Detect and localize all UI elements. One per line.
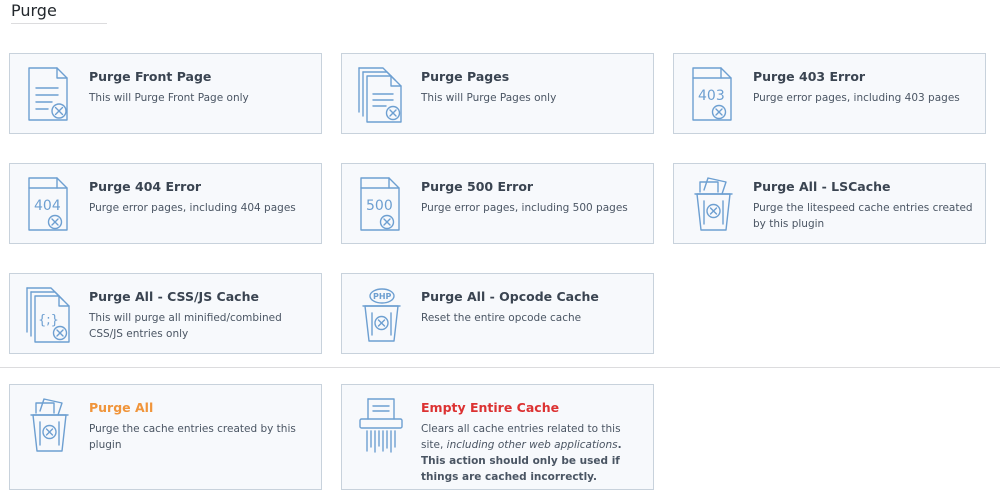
trash-bin-icon <box>688 174 738 234</box>
error-404-icon: 404 <box>24 174 74 234</box>
error-500-icon: 500 <box>356 174 406 234</box>
card-title: Purge All - LSCache <box>753 179 891 194</box>
error-code-label: 404 <box>34 198 61 214</box>
card-title: Purge 500 Error <box>421 179 534 194</box>
empty-entire-cache-button[interactable]: Empty Entire Cache Clears all cache entr… <box>341 384 654 490</box>
purge-all-opcode-cache-button[interactable]: PHP Purge All - Opcode Cache Reset the e… <box>341 273 654 354</box>
card-title: Purge All - CSS/JS Cache <box>89 289 259 304</box>
purge-all-button[interactable]: Purge All Purge the cache entries create… <box>9 384 322 490</box>
card-title: Purge Pages <box>421 69 510 84</box>
document-purge-icon <box>24 64 74 124</box>
purge-all-lscache-button[interactable]: Purge All - LSCache Purge the litespeed … <box>673 163 986 244</box>
card-title: Purge 404 Error <box>89 179 202 194</box>
code-braces-label: {;} <box>38 313 59 328</box>
card-title: Purge 403 Error <box>753 69 866 84</box>
section-divider <box>0 367 1000 368</box>
purge-pages-button[interactable]: Purge Pages This will Purge Pages only <box>341 53 654 134</box>
trash-bin-icon <box>24 395 74 455</box>
card-description: Purge the cache entries created by this … <box>89 423 296 451</box>
error-code-label: 500 <box>366 198 393 214</box>
purge-all-css-js-cache-button[interactable]: {;} Purge All - CSS/JS Cache This will p… <box>9 273 322 354</box>
card-description: Reset the entire opcode cache <box>421 312 582 324</box>
card-description: Purge error pages, including 403 pages <box>753 92 960 104</box>
card-description: Purge the litespeed cache entries create… <box>753 202 973 230</box>
card-title: Empty Entire Cache <box>421 400 560 415</box>
php-trash-icon: PHP <box>356 284 406 344</box>
purge-front-page-button[interactable]: Purge Front Page This will Purge Front P… <box>9 53 322 134</box>
card-description: This will Purge Front Page only <box>89 92 249 104</box>
php-label: PHP <box>373 292 392 301</box>
card-description: Clears all cache entries related to this… <box>421 421 643 485</box>
card-description: This will Purge Pages only <box>421 92 557 104</box>
pages-stack-purge-icon <box>356 64 406 124</box>
card-description: This will purge all minified/combined CS… <box>89 312 282 340</box>
error-403-icon: 403 <box>688 64 738 124</box>
shredder-icon <box>356 395 406 455</box>
purge-403-error-button[interactable]: 403 Purge 403 Error Purge error pages, i… <box>673 53 986 134</box>
card-title: Purge All - Opcode Cache <box>421 289 599 304</box>
card-title: Purge All <box>89 400 154 415</box>
purge-500-error-button[interactable]: 500 Purge 500 Error Purge error pages, i… <box>341 163 654 244</box>
error-code-label: 403 <box>698 88 725 104</box>
card-description: Purge error pages, including 500 pages <box>421 202 628 214</box>
purge-404-error-button[interactable]: 404 Purge 404 Error Purge error pages, i… <box>9 163 322 244</box>
css-js-cache-icon: {;} <box>24 284 74 344</box>
page-title: Purge <box>11 1 107 24</box>
card-description: Purge error pages, including 404 pages <box>89 202 296 214</box>
description-emphasis: including other web applications <box>446 439 618 451</box>
card-title: Purge Front Page <box>89 69 212 84</box>
